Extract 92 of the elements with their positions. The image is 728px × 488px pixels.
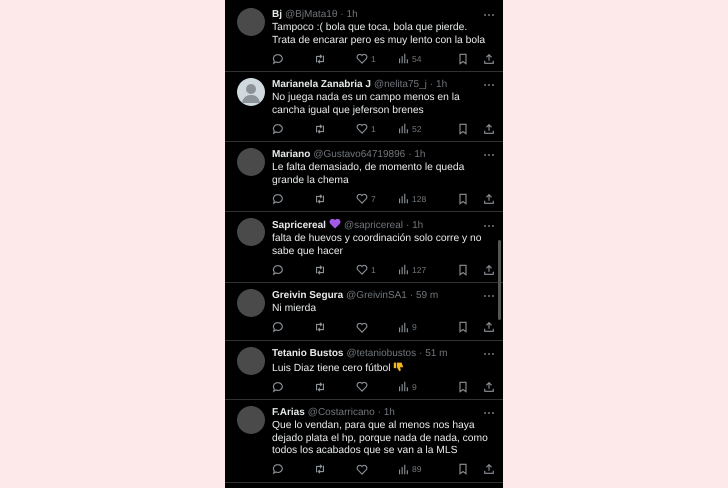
user-handle[interactable]: @nelita75_j	[374, 78, 427, 92]
reply-text: Le falta demasiado, de momento le queda grande la chema	[272, 162, 464, 186]
user-handle[interactable]: @tetaniobustos	[346, 346, 416, 360]
reply-icon[interactable]	[272, 192, 284, 204]
user-name[interactable]: Mariano	[272, 148, 310, 162]
share-icon[interactable]	[483, 380, 495, 392]
post-time[interactable]: · 1h	[406, 218, 424, 232]
repost-icon[interactable]	[314, 321, 326, 333]
bookmark-icon[interactable]	[457, 264, 469, 276]
reply-icon[interactable]	[272, 380, 284, 392]
like-icon[interactable]	[356, 464, 368, 474]
like-icon[interactable]	[356, 381, 368, 392]
view-count: 9	[412, 322, 417, 332]
post-time[interactable]: · 1h	[430, 78, 448, 92]
bar-chart-icon[interactable]	[398, 322, 409, 332]
more-icon[interactable]	[483, 83, 495, 87]
bookmark-icon[interactable]	[457, 321, 469, 333]
view-count: 128	[412, 194, 426, 204]
like-count: 7	[371, 194, 376, 204]
reply-icon[interactable]	[272, 52, 284, 64]
like-count: 1	[371, 124, 376, 134]
bar-chart-icon[interactable]	[398, 53, 409, 64]
like-icon[interactable]	[356, 322, 368, 332]
more-icon[interactable]	[483, 352, 495, 356]
post-time[interactable]: · 1h	[378, 406, 395, 420]
like-icon[interactable]	[356, 53, 368, 64]
user-name[interactable]: Greivin Segura	[272, 289, 344, 303]
post-time[interactable]: · 1h	[340, 8, 358, 22]
user-handle[interactable]: @Costarricano	[308, 406, 375, 420]
like-count: 1	[371, 264, 376, 274]
scrollbar[interactable]	[498, 240, 501, 320]
user-name[interactable]: Marianela Zanabria J	[272, 78, 371, 92]
reply-text: Que lo vendan, para que al menos nos haya dejado plata el hp, porque nada de nada, como todos los acabados que se van a la MLS	[272, 420, 488, 456]
repost-icon[interactable]	[314, 52, 326, 64]
bar-chart-icon[interactable]	[398, 264, 409, 275]
share-icon[interactable]	[483, 192, 495, 204]
bar-chart-icon[interactable]	[398, 193, 409, 204]
bookmark-icon[interactable]	[457, 52, 469, 64]
reply-text: falta de huevos y coordinación solo corre y no sabe que hacer	[272, 233, 482, 256]
reply-text: No juega nada es un campo menos en la cancha igual que jeferson brenes	[272, 92, 460, 116]
more-icon[interactable]	[483, 224, 495, 228]
bookmark-icon[interactable]	[457, 122, 469, 134]
more-icon[interactable]	[483, 153, 495, 157]
post-time[interactable]: · 59 m	[410, 289, 438, 303]
share-icon[interactable]	[483, 122, 495, 134]
view-count: 9	[412, 382, 417, 392]
avatar-silhouette[interactable]	[237, 78, 265, 106]
reply-text: Ni mierda	[272, 303, 316, 314]
user-name[interactable]: Bj	[272, 8, 282, 22]
repost-icon[interactable]	[314, 380, 326, 392]
share-icon[interactable]	[483, 463, 495, 475]
user-handle[interactable]: @GreivinSA1	[346, 289, 407, 303]
more-icon[interactable]	[483, 13, 495, 17]
reply-text: Tampoco :( bola que toca, bola que pierde. Trata de encarar pero es muy lento con la bola	[272, 22, 486, 46]
user-handle[interactable]: @sapricereal	[344, 218, 403, 232]
user-name[interactable]: F.Arias	[272, 406, 305, 420]
reply-icon[interactable]	[272, 122, 284, 134]
like-count: 1	[371, 54, 376, 64]
like-icon[interactable]	[356, 123, 368, 134]
view-count: 89	[412, 464, 422, 474]
user-name[interactable]: Sapricereal	[272, 218, 341, 233]
thumbs-down-icon	[393, 360, 404, 372]
like-icon[interactable]	[356, 193, 368, 204]
like-icon[interactable]	[356, 264, 368, 275]
user-handle[interactable]: @BjMata1θ	[285, 8, 338, 22]
bar-chart-icon[interactable]	[398, 381, 409, 392]
user-name[interactable]: Tetanio Bustos	[272, 346, 344, 360]
repost-icon[interactable]	[314, 122, 326, 134]
bookmark-icon[interactable]	[457, 192, 469, 204]
bar-chart-icon[interactable]	[398, 464, 409, 474]
more-icon[interactable]	[483, 294, 495, 298]
repost-icon[interactable]	[314, 463, 326, 475]
repost-icon[interactable]	[314, 264, 326, 276]
reply-icon[interactable]	[272, 321, 284, 333]
reply-icon[interactable]	[272, 264, 284, 276]
bookmark-icon[interactable]	[457, 463, 469, 475]
post-time[interactable]: · 1h	[408, 148, 426, 162]
bar-chart-icon[interactable]	[398, 123, 409, 134]
more-icon[interactable]	[483, 411, 495, 415]
post-time[interactable]: · 51 m	[419, 346, 448, 360]
share-icon[interactable]	[483, 52, 495, 64]
user-handle[interactable]: @Gustavo64719896	[313, 148, 406, 162]
bookmark-icon[interactable]	[457, 380, 469, 392]
repost-icon[interactable]	[314, 192, 326, 204]
reply-text: Luis Diaz tiene cero fútbol	[272, 362, 404, 374]
view-count: 52	[412, 124, 422, 134]
share-icon[interactable]	[483, 321, 495, 333]
heart-icon	[328, 218, 341, 229]
view-count: 127	[412, 264, 426, 274]
view-count: 54	[412, 54, 422, 64]
reply-icon[interactable]	[272, 463, 284, 475]
share-icon[interactable]	[483, 264, 495, 276]
